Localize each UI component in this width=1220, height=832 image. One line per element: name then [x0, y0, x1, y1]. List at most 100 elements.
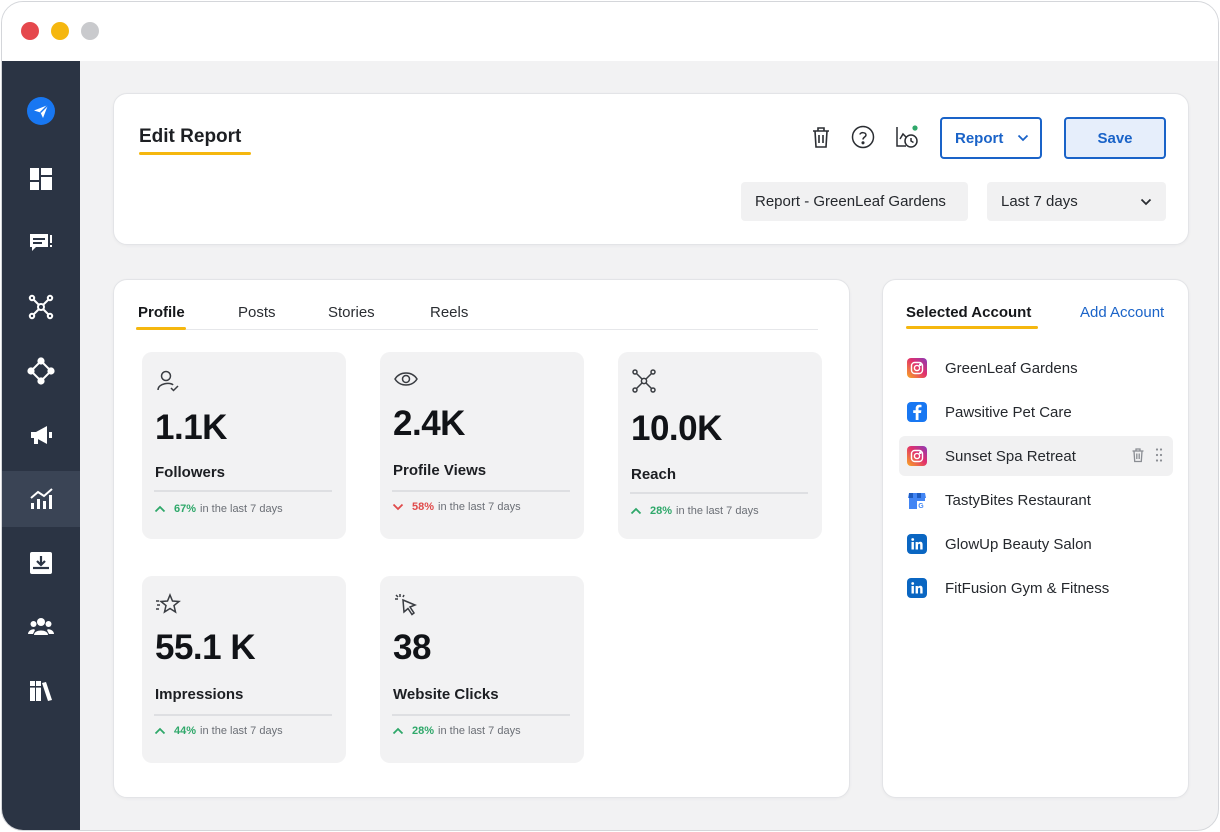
metric-value: 38 [393, 628, 431, 667]
add-account-link[interactable]: Add Account [1080, 304, 1164, 321]
trend-period: in the last 7 days [676, 505, 759, 517]
trend-period: in the last 7 days [438, 725, 521, 737]
trend-period: in the last 7 days [200, 503, 283, 515]
trash-icon[interactable] [1131, 447, 1145, 463]
maximize-window-button[interactable] [81, 22, 99, 40]
sidebar [2, 61, 80, 830]
save-button[interactable]: Save [1064, 117, 1166, 159]
account-item-pawsitive-pet-care[interactable]: Pawsitive Pet Care [899, 392, 1173, 432]
selected-account-card: Selected Account Add Account GreenLeaf G… [882, 279, 1189, 798]
metric-card-website-clicks: 38 Website Clicks 28% in the last 7 days [380, 576, 584, 763]
account-item-tastybites-restaurant[interactable]: G TastyBites Restaurant [899, 480, 1173, 520]
linkedin-icon [907, 534, 927, 554]
metric-label: Followers [155, 464, 226, 481]
report-dropdown-button[interactable]: Report [940, 117, 1042, 159]
instagram-icon [907, 358, 927, 378]
sidebar-item-listening[interactable] [2, 279, 80, 335]
metric-divider [392, 714, 570, 716]
publish-icon [27, 357, 55, 385]
metric-divider [154, 714, 332, 716]
close-window-button[interactable] [21, 22, 39, 40]
trend-period: in the last 7 days [200, 725, 283, 737]
metrics-card: Profile Posts Stories Reels 1.1K Followe… [113, 279, 850, 798]
account-item-glowup-beauty-salon[interactable]: GlowUp Beauty Salon [899, 524, 1173, 564]
trend-percent: 58% [412, 501, 435, 513]
instagram-icon [907, 446, 927, 466]
report-header-card: Edit Report Report Save Report - GreenLe… [113, 93, 1189, 245]
account-row-tools [1131, 447, 1163, 463]
help-button[interactable] [850, 124, 876, 150]
metric-label: Profile Views [393, 462, 487, 479]
cursor-click-icon [395, 594, 417, 616]
team-icon [28, 618, 54, 635]
schedule-report-button[interactable] [894, 124, 920, 150]
metric-card-followers: 1.1K Followers 67% in the last 7 days [142, 352, 346, 539]
report-name-field[interactable]: Report - GreenLeaf Gardens [741, 182, 968, 221]
linkedin-icon [907, 578, 927, 598]
active-tab-underline [136, 327, 186, 330]
trend-percent: 28% [650, 505, 673, 517]
tab-posts[interactable]: Posts [238, 304, 276, 321]
send-logo-icon [27, 97, 55, 125]
sidebar-item-inbox[interactable] [2, 215, 80, 271]
metric-trend: 58% in the last 7 days [392, 501, 521, 513]
account-item-greenleaf-gardens[interactable]: GreenLeaf Gardens [899, 348, 1173, 388]
metric-label: Website Clicks [393, 686, 499, 703]
metric-divider [154, 490, 332, 492]
tab-reels[interactable]: Reels [430, 304, 468, 321]
metric-divider [392, 490, 570, 492]
selected-account-title: Selected Account [906, 304, 1032, 321]
metric-trend: 28% in the last 7 days [630, 505, 759, 517]
metric-card-profile-views: 2.4K Profile Views 58% in the last 7 day… [380, 352, 584, 539]
page-title: Edit Report [139, 126, 242, 147]
account-name: Pawsitive Pet Care [945, 403, 1072, 421]
account-name: TastyBites Restaurant [945, 491, 1091, 509]
network-icon [28, 294, 54, 320]
sidebar-item-publish[interactable] [2, 343, 80, 399]
trash-icon [813, 127, 829, 148]
metric-value: 1.1K [155, 408, 227, 447]
delete-report-button[interactable] [808, 124, 834, 150]
user-check-icon [157, 370, 179, 392]
date-range-select[interactable]: Last 7 days [987, 182, 1166, 221]
tab-profile[interactable]: Profile [138, 304, 185, 321]
sidebar-item-library[interactable] [2, 663, 80, 719]
account-name: Sunset Spa Retreat [945, 447, 1076, 465]
arrow-up-icon [154, 505, 166, 513]
chart-clock-icon [896, 125, 918, 148]
metric-label: Reach [631, 466, 677, 483]
tab-stories[interactable]: Stories [328, 304, 375, 321]
dashboard-icon [30, 168, 52, 190]
help-icon [851, 125, 875, 149]
facebook-icon [907, 402, 927, 422]
sidebar-item-dashboard[interactable] [2, 151, 80, 207]
date-range-value: Last 7 days [1001, 193, 1078, 210]
analytics-icon [30, 488, 53, 509]
arrow-down-icon [392, 503, 404, 511]
minimize-window-button[interactable] [51, 22, 69, 40]
account-name: FitFusion Gym & Fitness [945, 579, 1110, 597]
eye-icon [394, 372, 418, 386]
drag-handle-icon[interactable] [1155, 447, 1163, 463]
metric-card-impressions: 55.1 K Impressions 44% in the last 7 day… [142, 576, 346, 763]
sparkle-star-icon [156, 593, 181, 614]
selected-account-underline [906, 326, 1038, 329]
sidebar-item-team[interactable] [2, 599, 80, 655]
sidebar-item-analytics[interactable] [2, 471, 80, 527]
content-tabs: Profile Posts Stories Reels [136, 304, 818, 330]
metric-trend: 44% in the last 7 days [154, 725, 283, 737]
metric-value: 10.0K [631, 409, 722, 448]
megaphone-icon [31, 426, 52, 444]
trend-period: in the last 7 days [438, 501, 521, 513]
arrow-up-icon [154, 727, 166, 735]
metric-trend: 67% in the last 7 days [154, 503, 283, 515]
chevron-down-icon [1018, 134, 1029, 142]
account-item-sunset-spa-retreat[interactable]: Sunset Spa Retreat [899, 436, 1173, 476]
metric-card-reach: 10.0K Reach 28% in the last 7 days [618, 352, 822, 539]
sidebar-item-home[interactable] [2, 83, 80, 139]
account-item-fitfusion-gym[interactable]: FitFusion Gym & Fitness [899, 568, 1173, 608]
arrow-up-icon [392, 727, 404, 735]
sidebar-item-downloads[interactable] [2, 535, 80, 591]
sidebar-item-campaigns[interactable] [2, 407, 80, 463]
metric-trend: 28% in the last 7 days [392, 725, 521, 737]
